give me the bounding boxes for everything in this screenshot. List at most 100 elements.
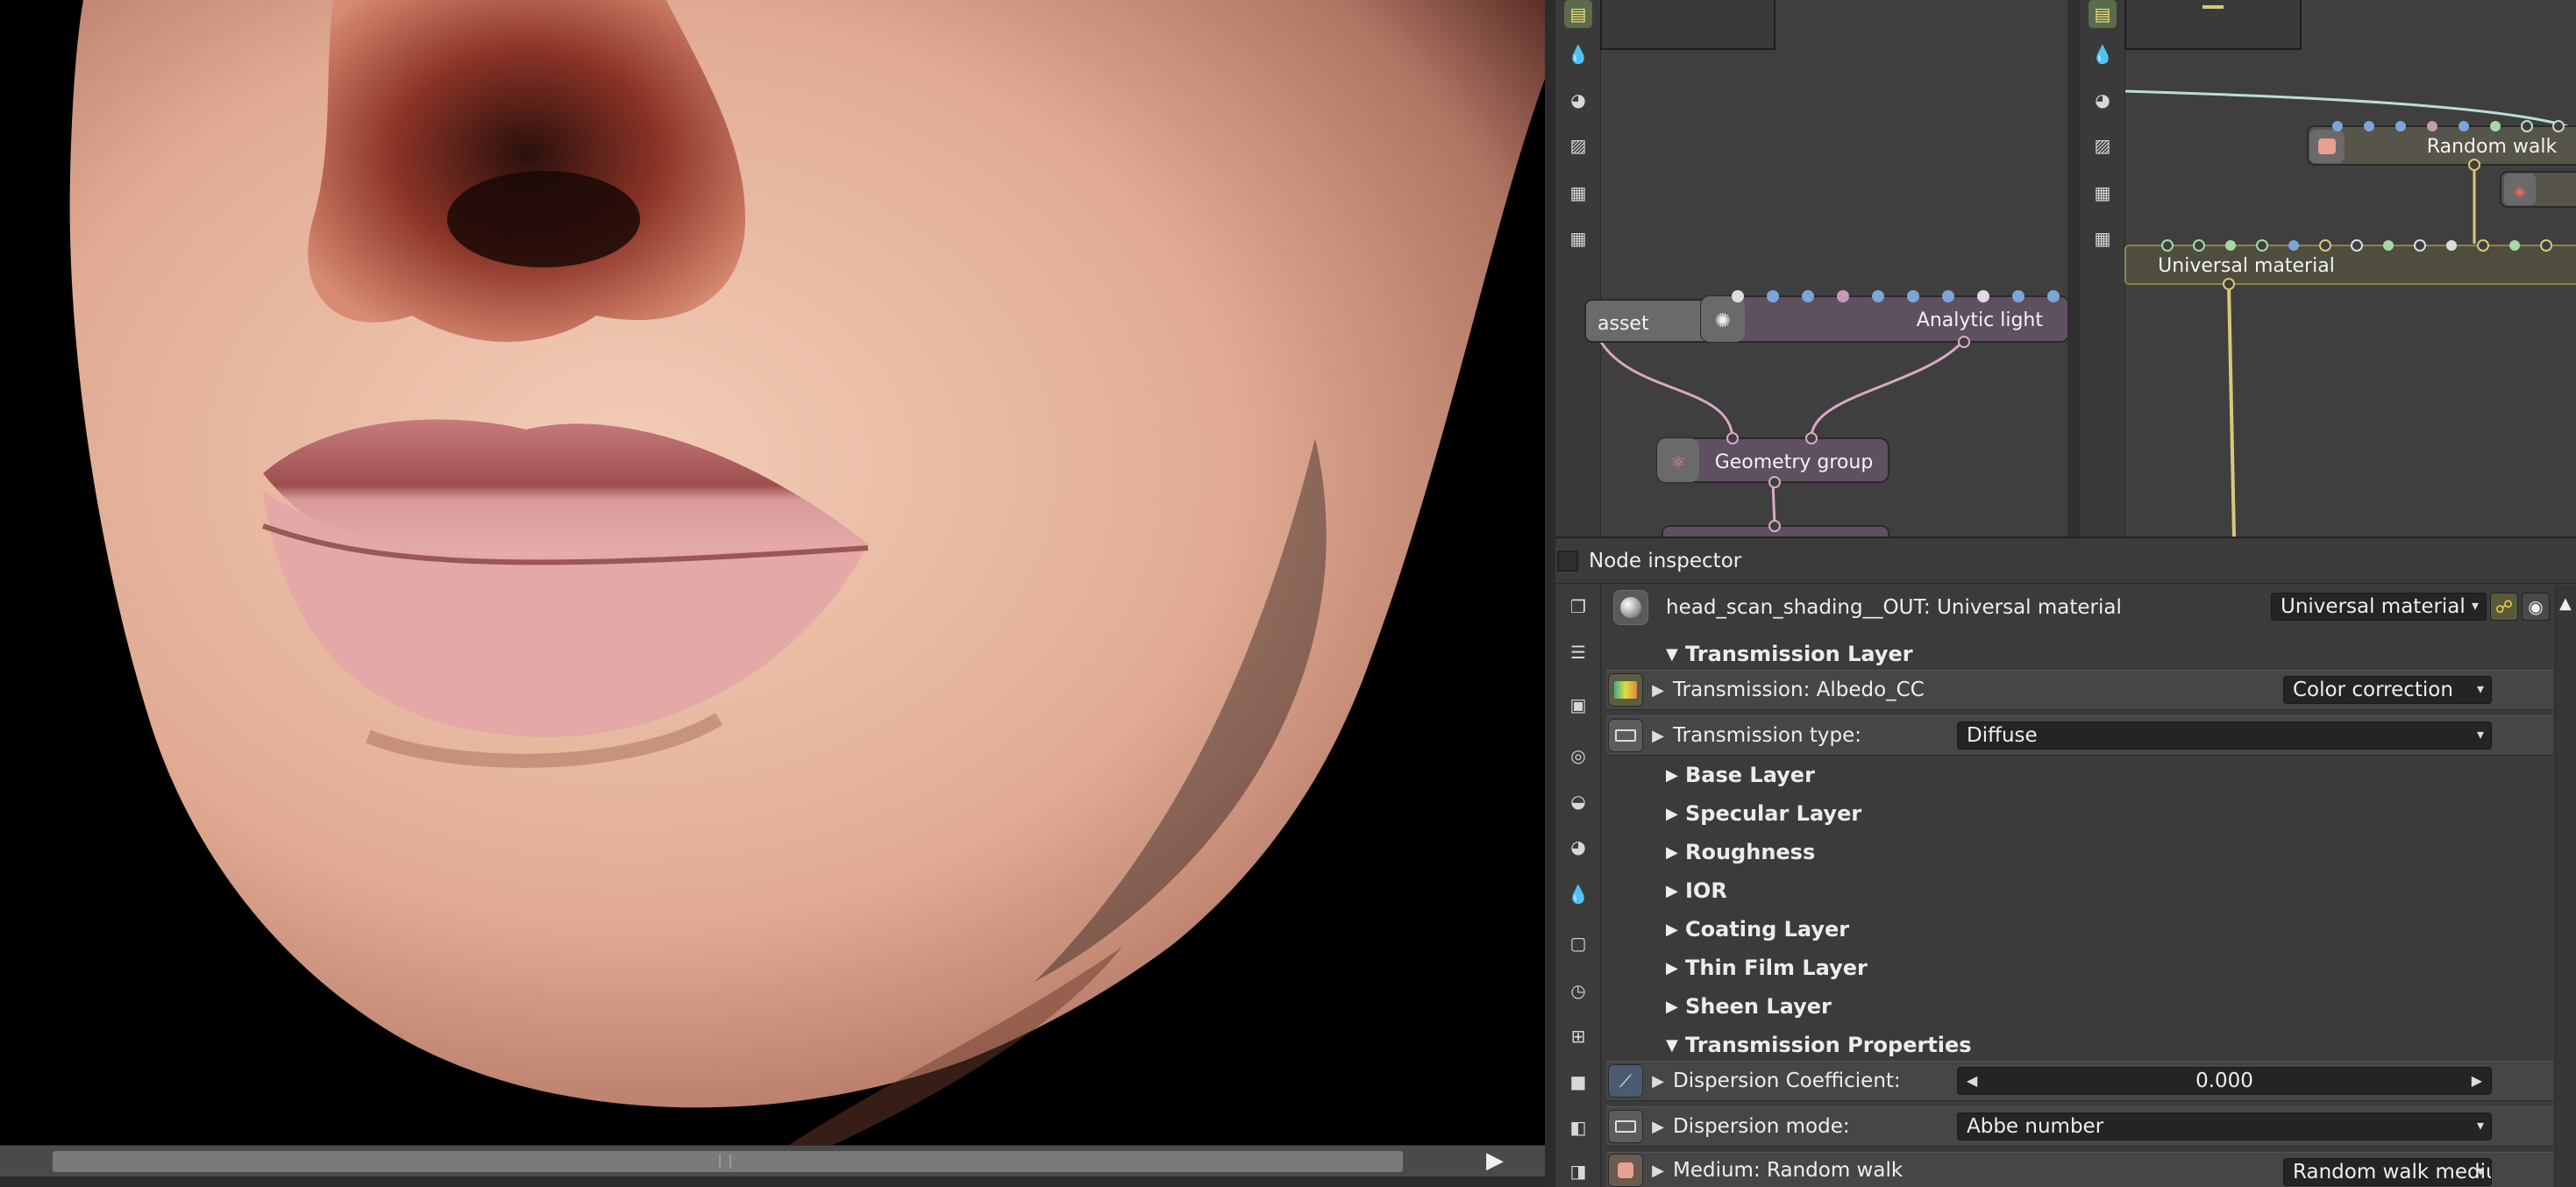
geometry-node-icon: ⚛ — [1670, 451, 1686, 473]
node-type-value: Universal material — [2281, 595, 2466, 618]
node-geometry-group-label: Geometry group — [1715, 451, 1874, 473]
section-ior[interactable]: ▶ IOR — [1666, 871, 2576, 910]
expand-triangle-icon[interactable]: ▶ — [1643, 681, 1673, 700]
chevron-down-icon: ▾ — [2476, 726, 2484, 743]
section-title: Base Layer — [1685, 763, 1815, 787]
medium-icon — [1608, 1154, 1643, 1187]
graph-editor-left[interactable]: ▤ 💧 ◕ ▨ ▦ ▦ asset ✺ Analytic light ⚛ Geo… — [1555, 0, 2067, 537]
chevron-down-icon: ▾ — [2471, 597, 2479, 614]
node-analytic-light[interactable]: ✺ Analytic light — [1700, 290, 2067, 348]
section-coating-layer[interactable]: ▶ Coating Layer — [1666, 910, 2576, 949]
graph-divider[interactable] — [2067, 0, 2080, 537]
frame-icon[interactable]: ▢ — [1564, 929, 1592, 957]
transmission-dropdown[interactable]: Color correction ▾ — [2283, 676, 2492, 704]
param-dispersion-mode: ▶ Dispersion mode: Abbe number ▾ — [1606, 1106, 2553, 1147]
network-icon[interactable]: ⊞ — [1564, 1022, 1592, 1050]
param-dispersion-coefficient: ⟋ ▶ Dispersion Coefficient: ◀ 0.000 ▶ — [1606, 1061, 2553, 1101]
node-random-walk-label: Random walk — [2427, 136, 2558, 158]
dropdown-value: Abbe number — [1967, 1115, 2104, 1138]
scroll-up-icon[interactable]: ▲ — [2559, 594, 2572, 613]
chevron-down-icon: ▾ — [2476, 680, 2484, 697]
collapsed-triangle-icon: ▶ — [1666, 997, 1678, 1016]
expand-triangle-icon[interactable]: ▶ — [1643, 727, 1673, 745]
play-icon: ▶ — [1486, 1148, 1504, 1174]
node-partial-right[interactable]: ◈ — [2500, 171, 2576, 208]
param-transmission: ▶ Transmission: Albedo_CC Color correcti… — [1606, 670, 2553, 710]
collapsed-triangle-icon: ▶ — [1666, 920, 1678, 939]
collapsed-triangle-icon: ▶ — [1666, 804, 1678, 823]
node-type-dropdown[interactable]: Universal material ▾ — [2271, 593, 2487, 621]
collapsed-triangle-icon: ▶ — [1666, 765, 1678, 785]
decrement-arrow-icon[interactable]: ◀ — [1967, 1072, 1977, 1089]
node-universal-material-label: Universal material — [2158, 255, 2335, 277]
section-thin-film-layer[interactable]: ▶ Thin Film Layer — [1666, 949, 2576, 987]
preview-button[interactable]: ◉ — [2522, 593, 2550, 621]
section-base-layer[interactable]: ▶ Base Layer — [1666, 756, 2576, 794]
node-geometry-group[interactable]: ⚛ Geometry group — [1656, 432, 1889, 488]
scrollbar-grip-icon — [719, 1155, 731, 1169]
section-title: Thin Film Layer — [1685, 956, 1868, 980]
section-title: Transmission Properties — [1685, 1033, 1972, 1057]
eye-icon: ◉ — [2528, 596, 2544, 617]
node-asset-label: asset — [1598, 313, 1649, 335]
sphere-icon[interactable]: ◕ — [1564, 833, 1592, 861]
play-button[interactable]: ▶ — [1473, 1147, 1517, 1175]
inspector-toggle-checkbox[interactable] — [1557, 550, 1578, 572]
transmission-type-dropdown[interactable]: Diffuse ▾ — [1957, 721, 2492, 750]
chevron-down-icon: ▾ — [2476, 1117, 2484, 1134]
section-transmission-properties[interactable]: ▼ Transmission Properties — [1666, 1026, 2576, 1064]
blue-cube-icon[interactable]: ◧ — [1564, 1113, 1592, 1141]
section-title: Coating Layer — [1685, 917, 1850, 942]
material-drop-icon[interactable]: 💧 — [1564, 880, 1592, 908]
medium-node-icon — [2318, 139, 2336, 154]
image-icon[interactable]: ▣ — [1564, 691, 1592, 719]
increment-arrow-icon[interactable]: ▶ — [2472, 1072, 2482, 1089]
status-bar — [0, 1176, 1545, 1187]
section-sheen-layer[interactable]: ▶ Sheen Layer — [1666, 987, 2576, 1026]
clock-icon[interactable]: ◷ — [1564, 977, 1592, 1005]
node-universal-material[interactable]: Universal material — [2124, 239, 2576, 290]
collapsed-triangle-icon: ▶ — [1666, 958, 1678, 977]
dispersion-coefficient-slider[interactable]: ◀ 0.000 ▶ — [1957, 1067, 2492, 1095]
section-roughness[interactable]: ▶ Roughness — [1666, 833, 2576, 871]
node-random-walk[interactable]: Random walk — [2307, 120, 2576, 171]
layers-icon[interactable]: ☰ — [1564, 638, 1592, 666]
slider-value: 0.000 — [2195, 1070, 2253, 1092]
render-viewport[interactable]: ▶ — [0, 0, 1545, 1187]
collapsed-triangle-icon: ▶ — [1666, 881, 1678, 900]
render-image — [0, 0, 1545, 1145]
node-asset[interactable]: asset — [1584, 299, 1718, 343]
inspector-title: Node inspector — [1589, 549, 1742, 572]
stack-icon[interactable]: ❐ — [1564, 593, 1592, 621]
dropdown-value: Color correction — [2293, 679, 2453, 701]
graph-canvas-right[interactable]: Random walk ◈ Universal material — [2080, 0, 2576, 537]
node-inspector: Node inspector ❐ ☰ ▣ ◎ ◒ ◕ 💧 ▢ ◷ ⊞ ■ ◧ ◨… — [1555, 537, 2576, 1187]
inspector-header: Node inspector — [1555, 538, 2576, 584]
medium-dropdown[interactable]: Random walk medium ▾ — [2283, 1158, 2492, 1186]
camera-icon[interactable]: ◎ — [1564, 742, 1592, 770]
environment-icon[interactable]: ◒ — [1564, 787, 1592, 815]
expand-triangle-icon[interactable]: ▶ — [1643, 1162, 1673, 1180]
section-transmission-layer[interactable]: ▼ Transmission Layer — [1666, 635, 2576, 673]
expand-triangle-icon[interactable]: ▶ — [1643, 1072, 1673, 1091]
orange-cube-icon[interactable]: ◨ — [1564, 1157, 1592, 1185]
chevron-down-icon: ▾ — [2476, 1162, 2484, 1179]
expand-triangle-icon[interactable]: ▶ — [1643, 1118, 1673, 1136]
section-title: Sheen Layer — [1685, 994, 1832, 1019]
graph-canvas-left[interactable]: asset ✺ Analytic light ⚛ Geometry group — [1555, 0, 2067, 537]
dispersion-mode-dropdown[interactable]: Abbe number ▾ — [1957, 1112, 2492, 1141]
expanded-triangle-icon: ▼ — [1666, 1035, 1678, 1055]
section-specular-layer[interactable]: ▶ Specular Layer — [1666, 794, 2576, 833]
param-label: Transmission type: — [1673, 724, 1862, 747]
texture-node-icon: ◈ — [2514, 182, 2526, 201]
section-title: Transmission Layer — [1685, 642, 1913, 666]
curve-icon: ⟋ — [1608, 1064, 1643, 1098]
macro-button[interactable]: ☍ — [2490, 593, 2518, 621]
param-medium: ▶ Medium: Random walk Random walk medium… — [1606, 1152, 2553, 1187]
expanded-triangle-icon: ▼ — [1666, 644, 1678, 664]
link-icon: ☍ — [2494, 596, 2514, 617]
panel-splitter[interactable] — [1545, 0, 1555, 1187]
graph-editor-right[interactable]: ▤ 💧 ◕ ▨ ▦ ▦ Random walk ◈ Universal mate… — [2080, 0, 2576, 537]
red-cube-icon[interactable]: ■ — [1564, 1068, 1592, 1096]
viewport-scrollbar[interactable] — [0, 1145, 1545, 1176]
